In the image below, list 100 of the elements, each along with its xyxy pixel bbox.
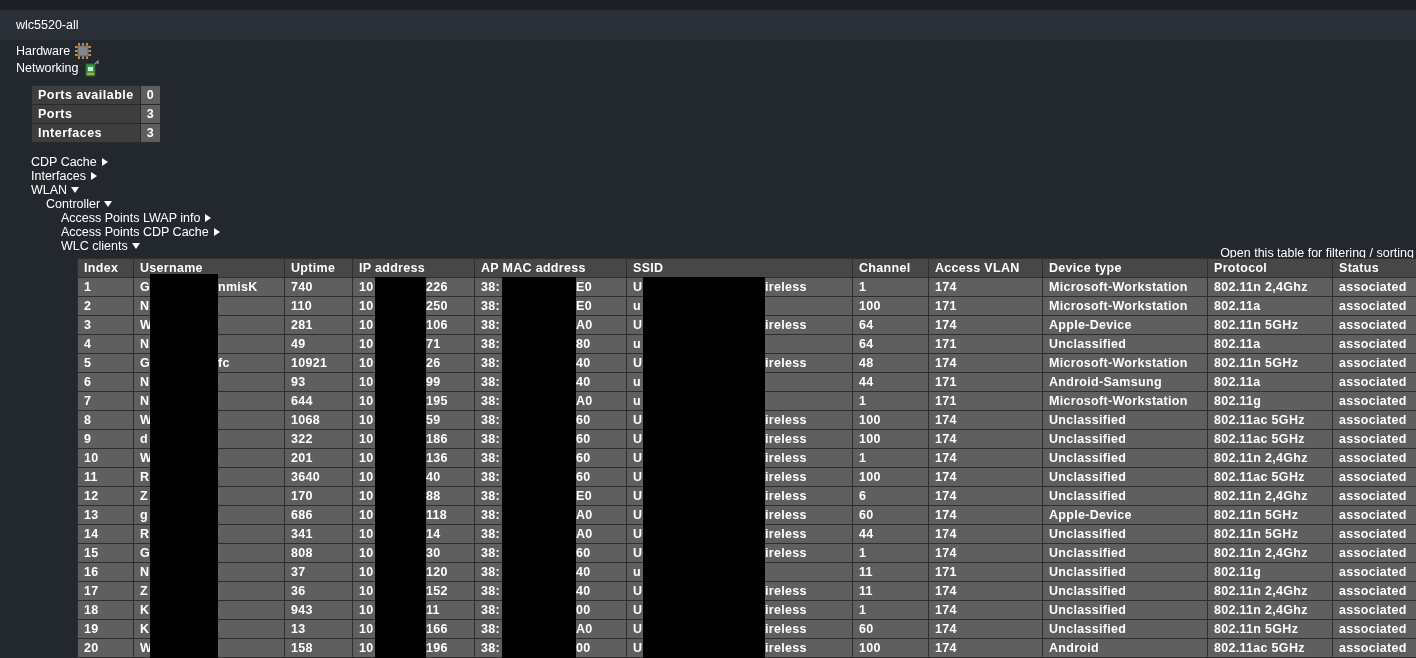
cell-text: 38: — [481, 451, 500, 465]
cell-text: 38: — [481, 432, 500, 446]
cell-text: 226 — [426, 280, 448, 294]
cell-text: ireless — [765, 318, 807, 332]
cell-text: ireless — [765, 584, 807, 598]
cell-text: 10 — [359, 413, 374, 427]
cell-text: 40 — [576, 565, 591, 579]
cell-text: ireless — [765, 508, 807, 522]
cell-text: 40 — [576, 584, 591, 598]
cell-text: 10 — [359, 546, 374, 560]
cell-text: U — [633, 280, 643, 294]
cell-text: U — [633, 508, 643, 522]
cell-text: 60 — [576, 413, 591, 427]
cell-text: ireless — [765, 413, 807, 427]
cell-text: u — [633, 375, 641, 389]
cell-text: ireless — [765, 356, 807, 370]
cell-text: 71 — [426, 337, 441, 351]
cell-text: 00 — [576, 641, 591, 655]
cell-text: Z — [140, 489, 148, 503]
tree-link[interactable]: Access Points LWAP info — [61, 211, 213, 225]
cell-text: 152 — [426, 584, 448, 598]
cell-text: 106 — [426, 318, 448, 332]
cell-text: U — [633, 489, 643, 503]
cell-text: 38: — [481, 546, 500, 560]
cell-text: N — [140, 565, 150, 579]
column-header[interactable]: AP MAC address — [474, 258, 627, 278]
window-title: wlc5520-all — [16, 18, 79, 32]
cell-text: U — [633, 356, 643, 370]
cell-text: 10 — [359, 432, 374, 446]
cell-text: 40 — [576, 375, 591, 389]
tree-link[interactable]: WLC clients — [61, 239, 140, 253]
cell-text: fc — [218, 356, 230, 370]
cell-text: 136 — [426, 451, 448, 465]
cell-text: ireless — [765, 280, 807, 294]
cell-text: 38: — [481, 641, 500, 655]
column-header[interactable]: Status — [1332, 258, 1416, 278]
table-cell: 0 — [140, 85, 161, 105]
column-header[interactable]: Access VLAN — [928, 258, 1043, 278]
cell-text: 10 — [359, 489, 374, 503]
cell-text: A0 — [576, 508, 593, 522]
cell-text: 38: — [481, 413, 500, 427]
cell-text: G — [140, 356, 151, 370]
cell-text: 38: — [481, 527, 500, 541]
table-filter-link[interactable]: Open this table for filtering / sorting — [1220, 246, 1416, 260]
cell-text: 38: — [481, 565, 500, 579]
column-header[interactable]: Index — [77, 258, 134, 278]
cell-text: A0 — [576, 527, 593, 541]
cell-text: 10 — [359, 603, 374, 617]
cell-text: U — [633, 603, 643, 617]
cell-text: ireless — [765, 622, 807, 636]
cell-text: N — [140, 375, 150, 389]
tree-link[interactable]: WLAN — [31, 183, 80, 197]
cell-text: d — [140, 432, 148, 446]
cell-text: 10 — [359, 470, 374, 484]
cell-text: 38: — [481, 584, 500, 598]
cell-text: 10 — [359, 375, 374, 389]
tree-link[interactable]: Access Points CDP Cache — [61, 225, 221, 239]
cell-text: 10 — [359, 641, 374, 655]
cell-text: R — [140, 470, 150, 484]
cell-text: 60 — [576, 470, 591, 484]
column-header[interactable]: IP address — [352, 258, 475, 278]
cell-text: 10 — [359, 337, 374, 351]
cell-text: 59 — [426, 413, 441, 427]
cell-text: 11 — [426, 603, 440, 617]
cell-text: 10 — [359, 356, 374, 370]
cell-text: 10 — [359, 584, 374, 598]
cell-text: 38: — [481, 280, 500, 294]
tree-link[interactable]: CDP Cache — [31, 155, 109, 169]
cell-text: 10 — [359, 508, 374, 522]
cell-text: u — [633, 565, 641, 579]
cell-text: 10 — [359, 318, 374, 332]
cell-text: U — [633, 470, 643, 484]
cell-text: 10 — [359, 527, 374, 541]
cell-text: E0 — [576, 489, 592, 503]
column-header[interactable]: SSID — [626, 258, 853, 278]
cell-text: U — [633, 432, 643, 446]
cell-text: 38: — [481, 622, 500, 636]
column-header[interactable]: Protocol — [1207, 258, 1333, 278]
cell-text: ireless — [765, 489, 807, 503]
cell-text: U — [633, 622, 643, 636]
cell-text: R — [140, 527, 150, 541]
cell-text: ireless — [765, 470, 807, 484]
cell-text: N — [140, 394, 150, 408]
column-header[interactable]: Uptime — [284, 258, 353, 278]
section-link[interactable]: Hardware — [16, 43, 71, 58]
cell-text: G — [140, 280, 151, 294]
cell-text: G — [140, 546, 151, 560]
cell-text: 118 — [426, 508, 448, 522]
tree-link[interactable]: Controller — [46, 197, 113, 211]
column-header[interactable]: Channel — [852, 258, 929, 278]
network-card-icon — [82, 58, 99, 77]
section-link[interactable]: Networking — [16, 60, 79, 75]
cell-text: U — [633, 584, 643, 598]
cell-text: 10 — [359, 622, 374, 636]
cell-text: 80 — [576, 337, 591, 351]
cell-text: ireless — [765, 432, 807, 446]
cell-text: ireless — [765, 527, 807, 541]
tree-link[interactable]: Interfaces — [31, 169, 98, 183]
column-header[interactable]: Device type — [1042, 258, 1208, 278]
cell-text: ireless — [765, 451, 807, 465]
